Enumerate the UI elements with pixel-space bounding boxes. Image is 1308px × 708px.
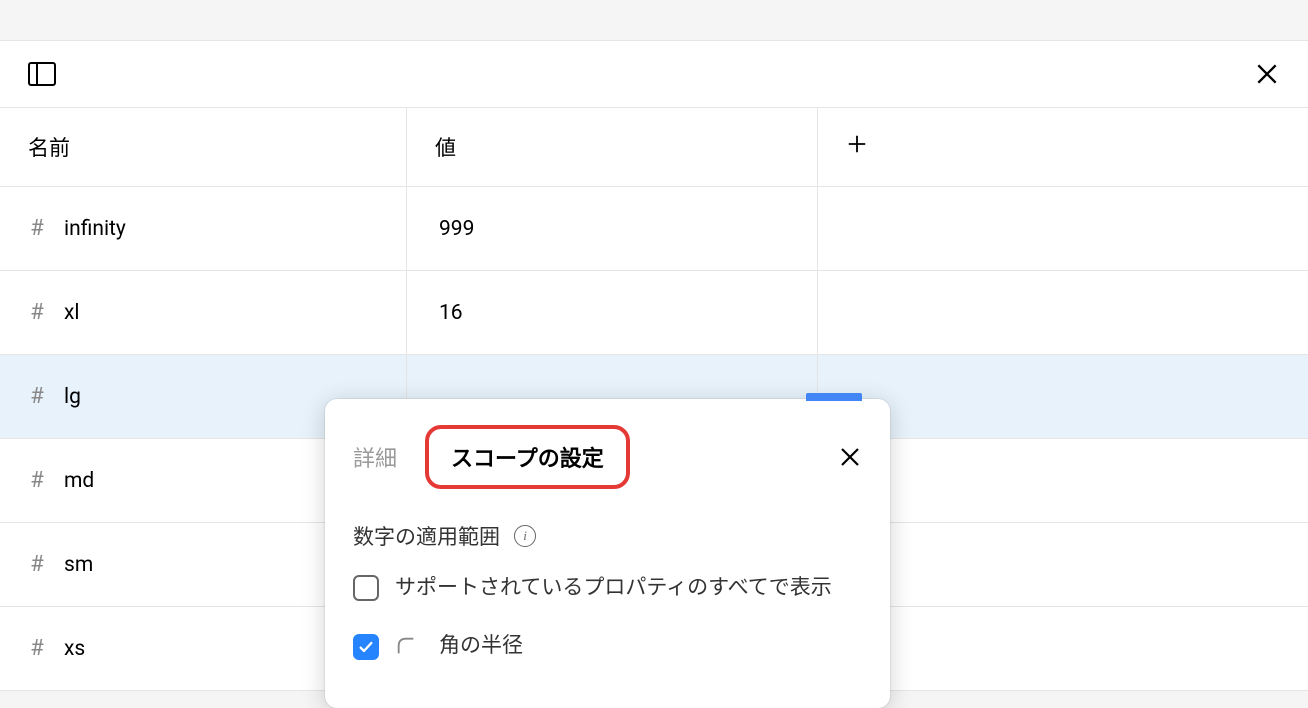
tab-details[interactable]: 詳細 (353, 441, 397, 473)
number-type-icon: # (28, 636, 46, 661)
variable-name: xl (64, 301, 80, 325)
option-show-all[interactable]: サポートされているプロパティのすべてで表示 (353, 573, 862, 605)
variable-name: infinity (64, 217, 126, 241)
option-show-all-label: サポートされているプロパティのすべてで表示 (395, 573, 832, 605)
checkbox-checked[interactable] (353, 634, 379, 660)
sidebar-toggle-icon[interactable] (28, 62, 56, 86)
tab-scope-settings[interactable]: スコープの設定 (425, 425, 630, 489)
table-row[interactable]: # xl 16 (0, 271, 1308, 355)
close-icon[interactable] (1254, 61, 1280, 87)
popover-close-icon[interactable] (838, 445, 862, 469)
variable-value[interactable]: 999 (407, 187, 818, 270)
option-corner-radius-label: 角の半径 (439, 631, 523, 663)
column-header-value[interactable]: 値 (407, 108, 818, 186)
checkbox-unchecked[interactable] (353, 575, 379, 601)
corner-radius-icon (395, 635, 417, 657)
table-header: 名前 値 (0, 108, 1308, 187)
table-row[interactable]: # infinity 999 (0, 187, 1308, 271)
popover-header: 詳細 スコープの設定 (325, 399, 890, 511)
popover-tabs: 詳細 スコープの設定 (353, 425, 630, 489)
section-label-row: 数字の適用範囲 i (353, 521, 862, 551)
add-column-button[interactable] (818, 108, 1308, 186)
panel-header (0, 41, 1308, 108)
option-corner-radius[interactable]: 角の半径 (353, 631, 862, 663)
plus-icon (846, 133, 868, 161)
number-type-icon: # (28, 300, 46, 325)
popover-body: 数字の適用範囲 i サポートされているプロパティのすべてで表示 (325, 511, 890, 708)
column-header-name[interactable]: 名前 (0, 108, 407, 186)
variable-settings-popover: 詳細 スコープの設定 数字の適用範囲 i サポートされているプ (325, 399, 890, 708)
number-type-icon: # (28, 468, 46, 493)
number-type-icon: # (28, 216, 46, 241)
variable-value[interactable]: 16 (407, 271, 818, 354)
variables-panel: 名前 値 # infinity 999 # xl 16 (0, 40, 1308, 691)
variable-name: sm (64, 553, 93, 577)
variable-name: xs (64, 637, 85, 661)
table-body: # infinity 999 # xl 16 # lg # (0, 187, 1308, 691)
number-scope-label: 数字の適用範囲 (353, 521, 500, 551)
popover-anchor-indicator (806, 393, 862, 401)
info-icon[interactable]: i (514, 525, 536, 547)
variable-name: md (64, 469, 94, 493)
number-type-icon: # (28, 552, 46, 577)
number-type-icon: # (28, 384, 46, 409)
variable-name: lg (64, 385, 81, 409)
